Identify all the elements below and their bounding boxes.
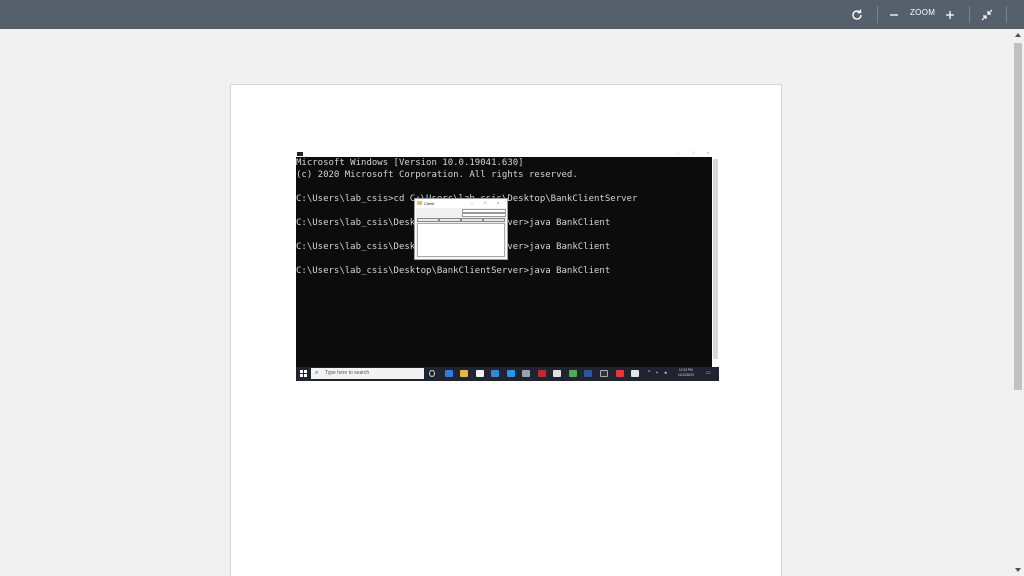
console-line: (c) 2020 Microsoft Corporation. All righ… [296,170,578,180]
close-icon: × [497,200,500,205]
client-window-body [416,208,506,258]
console-scrollbar [712,157,719,367]
client-window-title: Client [424,201,435,206]
command-prompt-icon [297,152,303,156]
embedded-screenshot: — ☐ ✕ Microsoft Windows [Version 10.0.19… [296,151,719,388]
app-icon [569,370,577,377]
scroll-down-arrow-icon[interactable] [1015,568,1021,572]
minimize-icon: — [676,151,679,155]
cortana-icon [429,370,435,377]
toolbar-divider [969,6,970,23]
taskbar-date: 11/22/2020 [678,373,694,377]
file-explorer-icon [460,370,468,377]
volume-icon: ◂ [664,370,667,376]
java-icon [631,370,639,377]
taskbar-search-box: ⌕ Type here to search [311,368,424,379]
taskbar-search-placeholder: Type here to search [325,370,370,376]
chrome-icon [616,370,624,377]
app-icon [538,370,546,377]
scroll-thumb[interactable] [1014,43,1022,390]
terminal-icon [600,370,608,377]
app-icon [553,370,561,377]
mail-icon [491,370,499,377]
app-icon [507,370,515,377]
windows-start-icon [300,370,307,377]
network-icon: ▪ [656,370,658,376]
word-icon [584,370,592,377]
toolbar-divider [1006,6,1007,23]
client-button [439,218,461,222]
store-icon [476,370,484,377]
client-window: Client – □ × [414,198,508,260]
client-input-field [462,213,506,217]
edge-icon [445,370,453,377]
client-button-row [417,218,505,222]
client-button [483,218,505,222]
notification-icon: ▭ [706,370,711,376]
rotate-icon[interactable] [846,4,868,25]
viewer-toolbar: ZOOM [0,0,1024,29]
document-page: — ☐ ✕ Microsoft Windows [Version 10.0.19… [230,84,782,576]
client-output-area [417,223,505,257]
toolbar-divider [877,6,878,23]
java-icon [417,201,422,205]
collapse-icon[interactable] [976,4,998,25]
minimize-icon: – [471,200,474,205]
console-scroll-thumb [713,159,718,359]
client-button [461,218,483,222]
client-button [417,218,439,222]
zoom-in-button[interactable] [939,4,961,25]
scroll-up-arrow-icon[interactable] [1015,33,1021,37]
maximize-icon: ☐ [692,151,695,155]
console-line: C:\Users\lab_csis\Desktop\BankClientServ… [296,266,611,276]
zoom-out-button[interactable] [883,4,905,25]
windows-taskbar: ⌕ Type here to search ^ ▪ ◂ 12:23 PM 11/… [296,367,719,381]
vertical-scrollbar[interactable] [1012,29,1024,576]
close-icon: ✕ [707,151,710,155]
screenshot-bottom-margin [296,381,719,388]
taskbar-clock: 12:23 PM 11/22/2020 [678,368,694,378]
console-line: Microsoft Windows [Version 10.0.19041.63… [296,158,524,168]
search-icon: ⌕ [315,370,319,376]
tray-chevron-icon: ^ [648,370,651,376]
zoom-label: ZOOM [910,8,936,17]
app-icon [522,370,530,377]
maximize-icon: □ [484,200,487,205]
